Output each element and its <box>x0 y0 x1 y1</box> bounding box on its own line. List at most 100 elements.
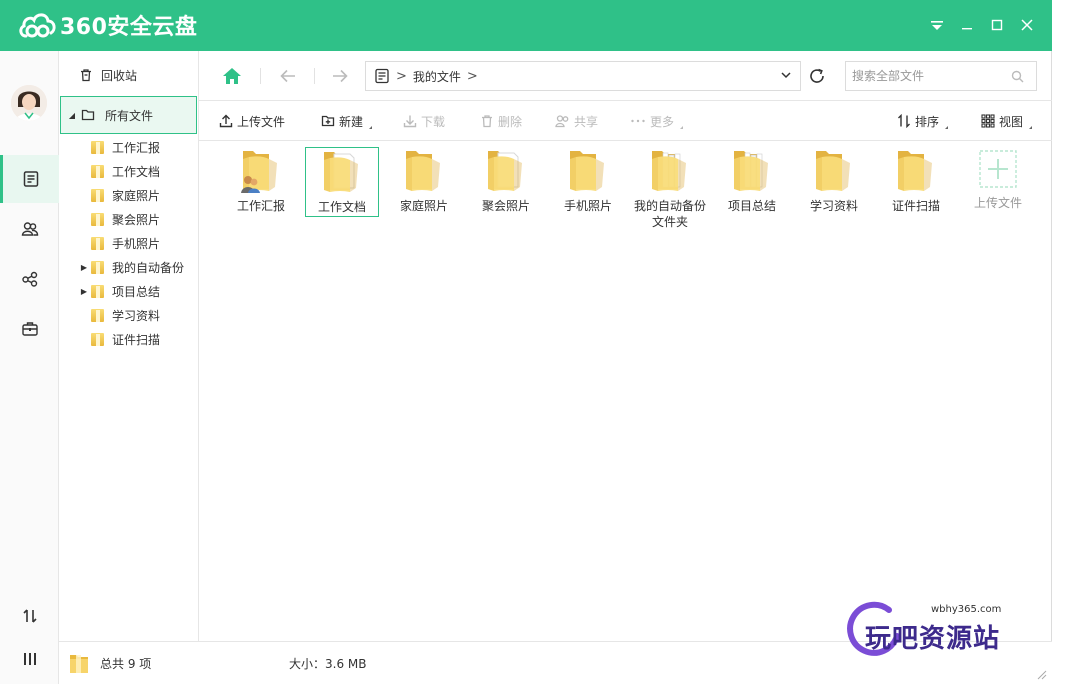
folder-icon <box>91 140 104 154</box>
folder-icon <box>70 655 88 673</box>
new-folder-icon <box>321 115 335 127</box>
upload-label: 上传文件 <box>237 114 286 129</box>
status-total: 总共 9 项 <box>100 657 152 671</box>
more-button[interactable]: 更多 <box>630 111 684 131</box>
folder-tile[interactable]: 学习资料 <box>797 147 871 217</box>
users-icon <box>555 115 569 128</box>
tree-item[interactable]: 家庭照片 <box>79 183 160 207</box>
nav-contacts[interactable] <box>0 205 59 253</box>
folder-icon <box>91 332 104 346</box>
path-bar[interactable]: > 我的文件 > <box>365 61 801 91</box>
app-window: 360安全云盘 回收站 ◢ 所有文件 工作汇报 工作文档 家庭照片 聚会照片 手… <box>0 0 1052 684</box>
trash-icon <box>482 115 492 128</box>
tree-all-files[interactable]: ◢ 所有文件 <box>60 96 197 134</box>
resize-grip-icon[interactable] <box>1035 668 1047 680</box>
caret-icon <box>366 125 373 129</box>
nav-files[interactable] <box>0 155 59 203</box>
back-button[interactable] <box>276 64 300 88</box>
folder-tile[interactable]: 工作汇报 <box>224 147 298 217</box>
tree-item[interactable]: 证件扫描 <box>79 327 160 351</box>
expand-arrow-icon[interactable]: ▶ <box>79 287 89 296</box>
folder-icon <box>91 260 104 274</box>
upload-button[interactable]: 上传文件 <box>219 111 285 131</box>
folder-tree: 回收站 ◢ 所有文件 工作汇报工作文档家庭照片 聚会照片手机照片 ▶ 我的自动备份 ▶ 项… <box>59 51 199 641</box>
folder-tile[interactable]: 证件扫描 <box>879 147 953 217</box>
minimize-icon[interactable] <box>956 14 978 36</box>
folder-tile[interactable]: 项目总结 <box>715 147 789 217</box>
tree-item[interactable]: 手机照片 <box>79 231 160 255</box>
menu-icon[interactable] <box>926 14 948 36</box>
caret-icon <box>677 125 684 129</box>
collapse-arrow-icon[interactable]: ◢ <box>67 111 77 120</box>
tree-item-label: 学习资料 <box>112 308 161 323</box>
home-icon <box>223 68 241 84</box>
tree-item[interactable]: 学习资料 <box>79 303 160 327</box>
delete-button[interactable]: 删除 <box>480 111 522 131</box>
search-icon[interactable] <box>1011 70 1024 83</box>
share-label: 共享 <box>574 114 599 129</box>
download-button[interactable]: 下载 <box>403 111 445 131</box>
breadcrumb-separator: > <box>396 68 407 84</box>
tree-item[interactable]: 工作汇报 <box>79 135 160 159</box>
left-icon-bar <box>0 51 59 684</box>
document-icon <box>23 171 39 187</box>
app-title: 360安全云盘 <box>60 15 198 40</box>
folder-icon <box>91 164 104 178</box>
breadcrumb-separator: > <box>466 68 478 84</box>
toolbar: 上传文件 新建 下载 删除 共享 更多 排序 视图 <box>199 101 1052 141</box>
folder-tile[interactable]: 我的自动备份文件夹 <box>633 147 707 229</box>
plus-icon <box>979 150 1017 188</box>
close-icon[interactable] <box>1016 14 1038 36</box>
search-box[interactable] <box>845 61 1037 91</box>
all-files-label: 所有文件 <box>105 108 154 123</box>
upload-tile[interactable]: 上传文件 <box>961 147 1035 217</box>
maximize-icon[interactable] <box>986 14 1008 36</box>
folder-icon <box>730 147 774 196</box>
refresh-icon <box>810 68 824 83</box>
tree-item[interactable]: ▶ 我的自动备份 <box>79 255 184 279</box>
recycle-bin-label: 回收站 <box>101 68 138 83</box>
sort-label: 排序 <box>915 114 940 129</box>
folder-icon <box>91 188 104 202</box>
transfer-button[interactable] <box>0 601 59 631</box>
folder-icon <box>402 147 446 196</box>
view-label: 视图 <box>999 114 1024 129</box>
home-button[interactable] <box>220 64 244 88</box>
tree-item-label: 手机照片 <box>112 236 161 251</box>
view-button[interactable]: 视图 <box>981 111 1033 131</box>
toolbox-icon <box>21 322 38 336</box>
folder-tile[interactable]: 家庭照片 <box>387 147 461 217</box>
breadcrumb-current[interactable]: 我的文件 <box>413 68 461 85</box>
folder-tile[interactable]: 聚会照片 <box>469 147 543 217</box>
search-input[interactable] <box>852 69 1002 83</box>
tree-item[interactable]: 聚会照片 <box>79 207 160 231</box>
more-dots-icon <box>631 119 645 123</box>
upload-tile-label: 上传文件 <box>973 196 1022 210</box>
avatar[interactable] <box>11 85 47 121</box>
tree-item-label: 工作文档 <box>112 164 161 179</box>
share-button[interactable]: 共享 <box>555 111 598 131</box>
new-button[interactable]: 新建 <box>321 111 373 131</box>
watermark-url: wbhy365.com <box>931 604 1002 615</box>
tree-item-label: 我的自动备份 <box>112 260 185 275</box>
tree-item-label: 项目总结 <box>112 284 161 299</box>
refresh-button[interactable] <box>805 64 829 88</box>
caret-icon <box>942 125 949 129</box>
cloud-logo-icon <box>19 13 56 38</box>
folder-tile[interactable]: 手机照片 <box>551 147 625 217</box>
document-icon <box>375 68 389 84</box>
main-menu-button[interactable] <box>0 644 59 674</box>
folder-name: 学习资料 <box>809 199 858 213</box>
nav-toolbox[interactable] <box>0 305 59 353</box>
folder-tile[interactable]: 工作文档 <box>305 147 379 217</box>
folder-name: 手机照片 <box>563 199 612 213</box>
sort-button[interactable]: 排序 <box>897 111 949 131</box>
nav-share[interactable] <box>0 255 59 303</box>
tree-item[interactable]: 工作文档 <box>79 159 160 183</box>
chevron-down-icon[interactable] <box>780 69 792 84</box>
expand-arrow-icon[interactable]: ▶ <box>79 263 89 272</box>
tree-item[interactable]: ▶ 项目总结 <box>79 279 160 303</box>
navigation-bar: > 我的文件 > <box>199 51 1052 101</box>
forward-button[interactable] <box>328 64 352 88</box>
tree-recycle-bin[interactable]: 回收站 <box>79 63 137 87</box>
